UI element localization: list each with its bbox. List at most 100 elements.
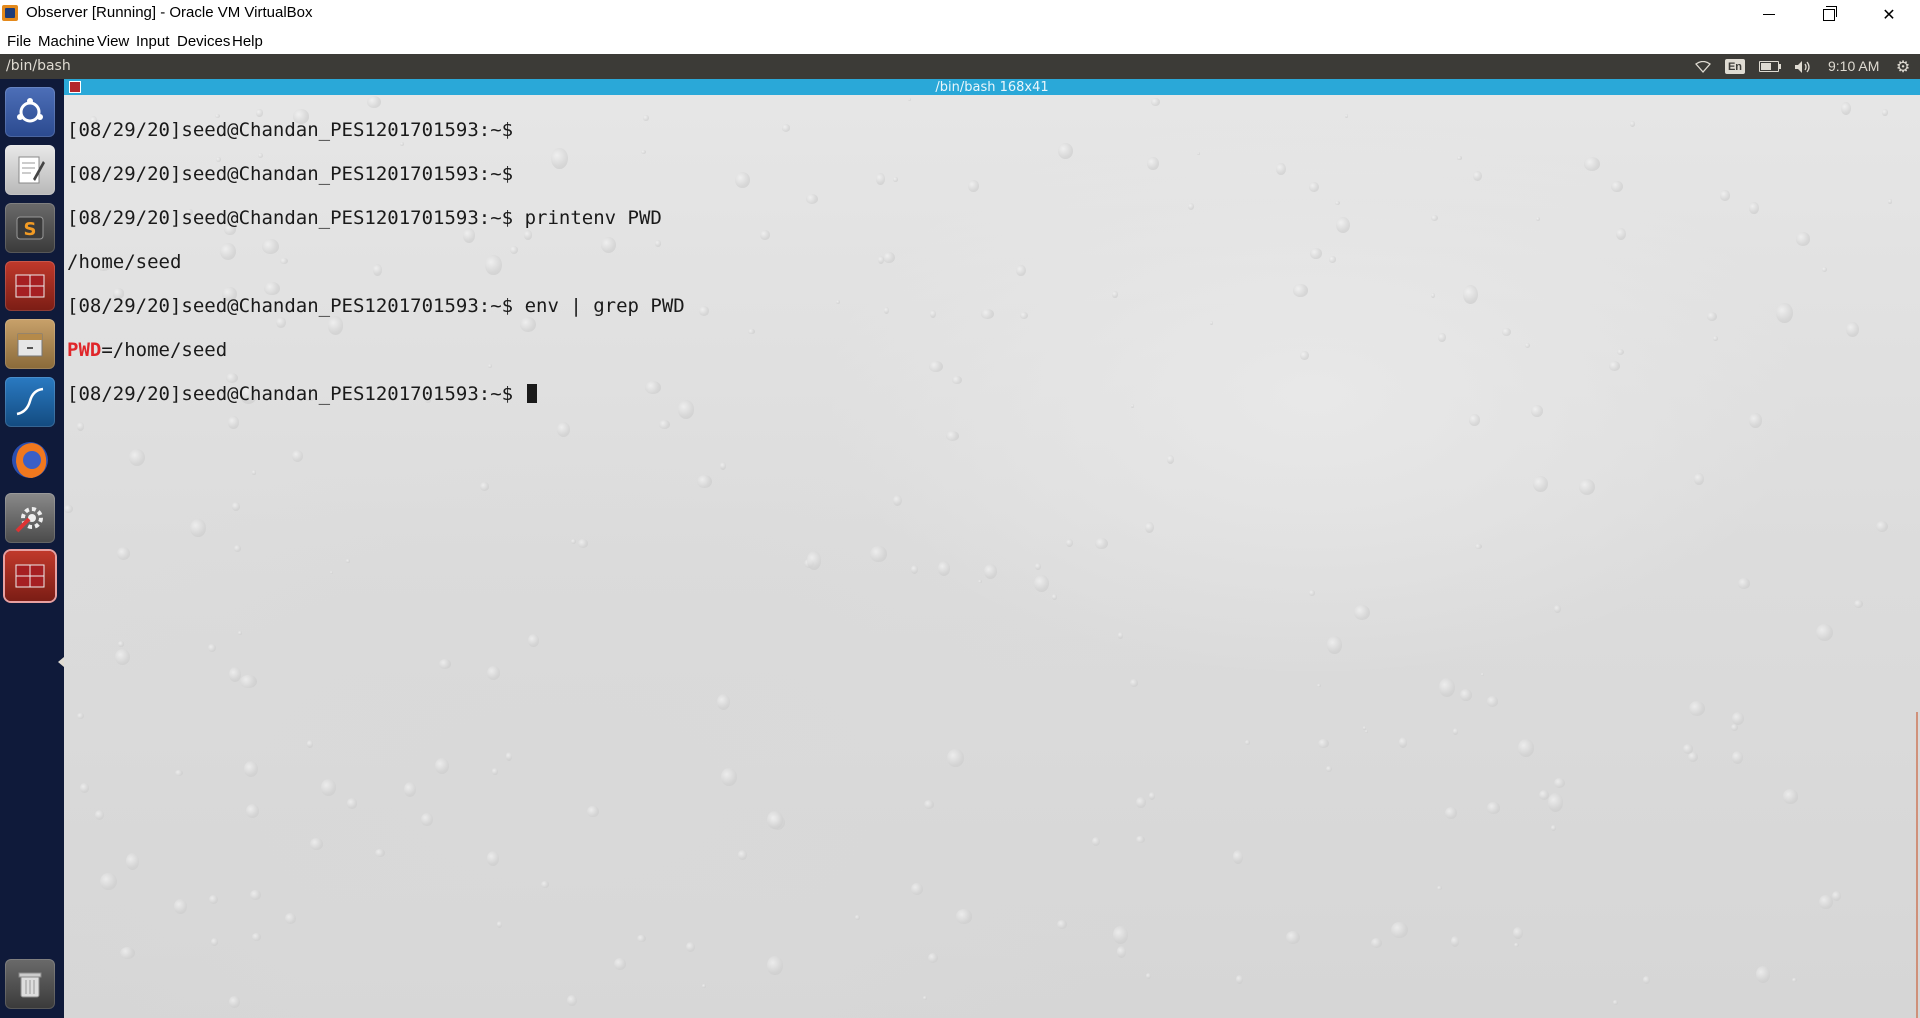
raindrop — [1795, 232, 1811, 246]
raindrop — [1553, 605, 1561, 614]
close-button[interactable]: ✕ — [1860, 0, 1918, 29]
menu-view[interactable]: View — [97, 33, 129, 50]
raindrop — [492, 768, 498, 775]
terminal-line: [08/29/20]seed@Chandan_PES1201701593:~$ — [67, 163, 685, 185]
menu-machine[interactable]: Machine — [38, 33, 95, 50]
raindrop — [1611, 180, 1624, 193]
raindrop — [1065, 538, 1073, 547]
wrench-gear-icon — [15, 507, 43, 533]
raindrop — [330, 571, 334, 575]
scrollbar-edge — [1916, 712, 1918, 1018]
raindrop — [952, 376, 962, 385]
battery-icon[interactable] — [1758, 59, 1781, 74]
raindrop — [1822, 267, 1828, 272]
raindrop — [1327, 636, 1343, 654]
raindrop — [1431, 214, 1438, 222]
raindrop — [1514, 943, 1519, 948]
raindrop — [1300, 350, 1310, 361]
panel-clock[interactable]: 9:10 AM — [1828, 58, 1879, 74]
raindrop — [79, 783, 90, 793]
terminal-output[interactable]: [08/29/20]seed@Chandan_PES1201701593:~$ … — [67, 97, 685, 427]
raindrop — [1276, 162, 1286, 175]
raindrop — [759, 230, 770, 241]
maximize-button[interactable] — [1800, 0, 1858, 29]
launcher-trash[interactable] — [5, 959, 55, 1009]
keyboard-layout-icon[interactable]: En — [1725, 59, 1745, 74]
raindrop — [1092, 836, 1101, 846]
volume-icon[interactable] — [1792, 59, 1814, 74]
raindrop — [208, 894, 218, 905]
terminal-menu-icon[interactable] — [69, 81, 81, 93]
launcher-text-editor[interactable] — [5, 145, 55, 195]
raindrop — [1166, 454, 1174, 464]
raindrop — [1819, 894, 1833, 909]
raindrop — [567, 994, 578, 1006]
raindrop — [806, 551, 822, 570]
raindrop — [613, 958, 626, 971]
terminal-command: printenv PWD — [513, 207, 662, 229]
terminal-line: [08/29/20]seed@Chandan_PES1201701593:~$ … — [67, 207, 685, 229]
raindrop — [1881, 109, 1889, 116]
raindrop — [637, 934, 646, 943]
raindrop — [1057, 919, 1067, 929]
launcher-files[interactable] — [5, 319, 55, 369]
raindrop — [910, 565, 918, 574]
raindrop — [434, 757, 449, 774]
raindrop — [806, 194, 818, 205]
virtualbox-icon — [2, 5, 18, 21]
raindrop — [1336, 216, 1350, 233]
raindrop — [128, 448, 146, 467]
window-title: Observer [Running] - Oracle VM VirtualBo… — [26, 4, 313, 21]
raindrop — [1309, 248, 1322, 260]
raindrop — [877, 255, 885, 265]
raindrop — [1188, 203, 1195, 211]
raindrop — [923, 996, 927, 1000]
raindrop — [251, 470, 257, 475]
raindrop — [234, 545, 241, 553]
launcher-sublime-text[interactable]: S — [5, 203, 55, 253]
raindrop — [1116, 945, 1127, 958]
launcher-terminal[interactable] — [5, 261, 55, 311]
terminal-prompt: [08/29/20]seed@Chandan_PES1201701593:~$ — [67, 295, 514, 317]
launcher-system-settings[interactable] — [5, 493, 55, 543]
raindrop — [1683, 744, 1694, 754]
menu-input[interactable]: Input — [136, 33, 169, 50]
launcher-ubuntu-dash[interactable] — [5, 87, 55, 137]
raindrop — [238, 631, 243, 635]
terminal-line: [08/29/20]seed@Chandan_PES1201701593:~$ — [67, 119, 685, 141]
file-cabinet-icon — [17, 333, 43, 357]
raindrop — [126, 853, 140, 870]
raindrop — [947, 748, 964, 768]
launcher-terminal-active[interactable] — [5, 551, 55, 601]
menu-file[interactable]: File — [7, 33, 31, 50]
minimize-icon — [1763, 14, 1775, 15]
raindrop — [117, 547, 131, 560]
raindrop — [438, 659, 452, 670]
minimize-button[interactable] — [1740, 0, 1798, 29]
raindrop — [309, 838, 324, 850]
menu-devices[interactable]: Devices — [177, 33, 230, 50]
raindrop — [1020, 312, 1029, 320]
launcher-firefox[interactable] — [5, 435, 55, 485]
grep-match-highlight: PWD — [67, 339, 102, 361]
menu-help[interactable]: Help — [232, 33, 263, 50]
raindrop — [737, 850, 747, 860]
raindrop — [781, 124, 791, 132]
raindrop — [955, 909, 973, 924]
terminal-output-text: =/home/seed — [101, 339, 228, 361]
launcher-wireshark[interactable] — [5, 377, 55, 427]
unity-launcher: S — [0, 79, 64, 1018]
raindrop — [930, 309, 937, 318]
terminal-line: [08/29/20]seed@Chandan_PES1201701593:~$ … — [67, 295, 685, 317]
wifi-icon[interactable] — [1694, 59, 1712, 74]
raindrop — [528, 634, 539, 648]
raindrop — [1058, 142, 1073, 159]
raindrop — [767, 955, 783, 976]
raindrop — [1144, 521, 1155, 534]
menu-bar: File Machine View Input Devices Help — [0, 29, 1920, 54]
settings-gear-icon[interactable]: ⚙ — [1893, 59, 1913, 76]
raindrop — [1749, 413, 1762, 429]
terminal-title: /bin/bash 168x41 — [935, 80, 1049, 95]
raindrop — [882, 251, 895, 263]
raindrop — [505, 752, 512, 761]
